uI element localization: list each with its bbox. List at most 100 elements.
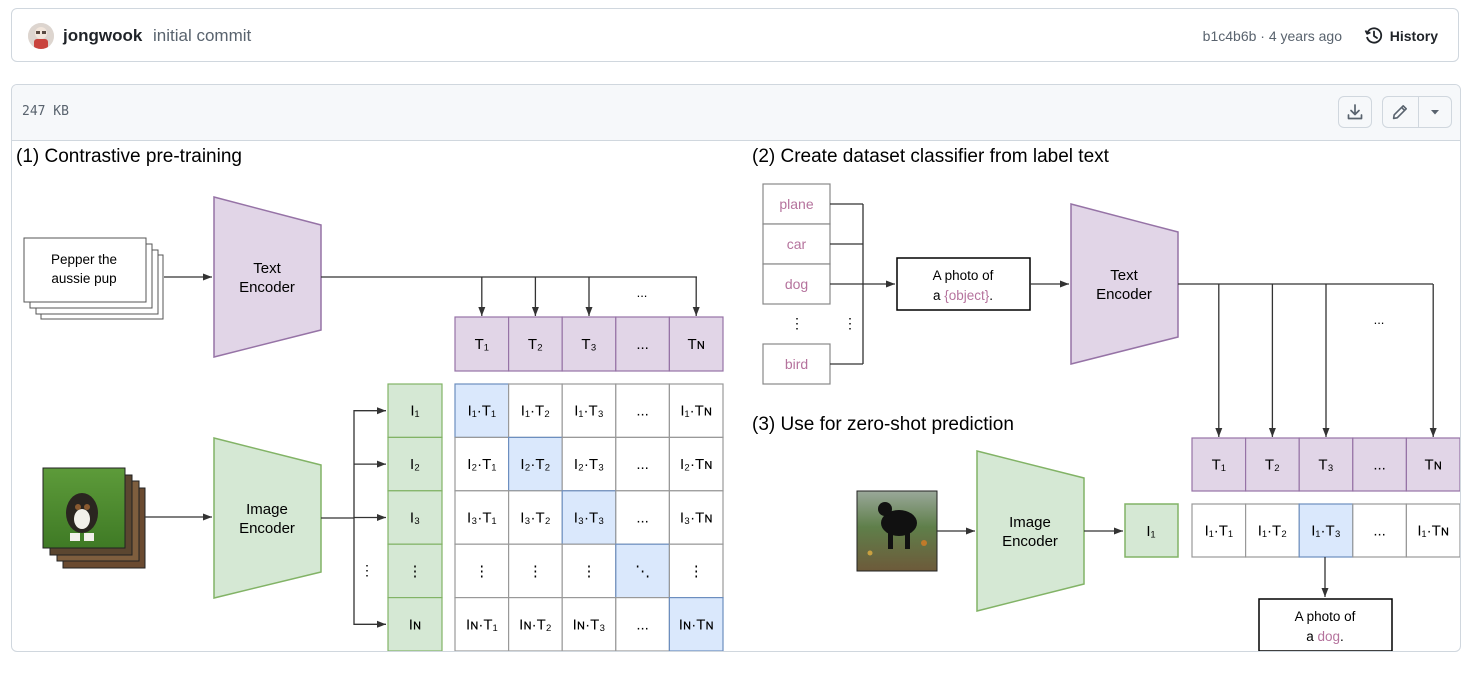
panel3-title: (3) Use for zero-shot prediction bbox=[752, 414, 1014, 435]
download-raw-button[interactable] bbox=[1338, 96, 1372, 128]
matrix-cell-4-3-label: ... bbox=[636, 616, 649, 633]
zs-cell-0: I₁·T₁ bbox=[1191, 503, 1247, 558]
t2-cell-3: ... bbox=[1352, 437, 1408, 492]
t-cell-2: T₃ bbox=[561, 316, 617, 372]
matrix-cell-2-3: ... bbox=[615, 490, 670, 545]
zs-cell-1-label: I₁·T₂ bbox=[1258, 523, 1287, 540]
t2-cell-0: T₁ bbox=[1191, 437, 1247, 492]
matrix-cell-2-2-label: I₃·T₃ bbox=[574, 510, 605, 527]
matrix-cell-4-0-label: Iɴ·T₁ bbox=[466, 616, 498, 633]
matrix-cell-4-1: Iɴ·T₂ bbox=[508, 597, 563, 651]
matrix-cell-1-3: ... bbox=[615, 436, 670, 492]
t2-cell-1-label: T₂ bbox=[1265, 457, 1280, 474]
image-encoder-label1: Image bbox=[246, 501, 288, 518]
image-encoder-block-2: Image Encoder bbox=[976, 450, 1085, 612]
matrix-cell-1-1: I₂·T₂ bbox=[508, 436, 563, 492]
user-avatar[interactable] bbox=[28, 23, 54, 49]
more-edit-options-button[interactable] bbox=[1419, 97, 1451, 127]
t-cell-4: Tɴ bbox=[668, 316, 724, 372]
latest-commit-bar: jongwook initial commit b1c4b6b · 4 year… bbox=[11, 8, 1459, 62]
matrix-cell-4-0: Iɴ·T₁ bbox=[454, 597, 510, 651]
matrix-cell-3-3: ⋱ bbox=[615, 543, 670, 599]
history-button[interactable]: History bbox=[1364, 25, 1438, 47]
label-vdots-left: ⋮ bbox=[790, 315, 804, 331]
zs-cell-2: I₁·T₃ bbox=[1298, 503, 1354, 558]
matrix-cell-4-4: Iɴ·Tɴ bbox=[668, 597, 724, 651]
t-cell-3: ... bbox=[615, 316, 670, 372]
matrix-cell-3-2-label: ⋮ bbox=[582, 563, 597, 580]
commit-message-link[interactable]: initial commit bbox=[153, 26, 251, 46]
label-item-car: car bbox=[762, 223, 863, 265]
commit-author-link[interactable]: jongwook bbox=[63, 26, 142, 46]
t2-arrow-ellipsis: ... bbox=[1374, 312, 1385, 327]
matrix-cell-3-1: ⋮ bbox=[508, 543, 563, 599]
matrix-cell-0-0: I₁·T₁ bbox=[454, 383, 510, 439]
t-cell-0-label: T₁ bbox=[475, 336, 489, 353]
matrix-cell-3-1-label: ⋮ bbox=[528, 563, 543, 580]
matrix-cell-0-2-label: I₁·T₃ bbox=[574, 403, 604, 420]
text-input-line1: Pepper the bbox=[51, 252, 117, 267]
matrix-cell-1-2-label: I₂·T₃ bbox=[574, 456, 604, 473]
matrix-cell-0-1: I₁·T₂ bbox=[508, 383, 563, 439]
t-cell-3-label: ... bbox=[636, 336, 649, 353]
zs-cell-4: I₁·Tɴ bbox=[1405, 503, 1460, 558]
i-cell-2-label: I₃ bbox=[410, 510, 420, 527]
history-label: History bbox=[1389, 28, 1438, 44]
zero-shot-similarity-row: I₁·T₁ I₁·T₂ I₁·T₃... I₁·Tɴ bbox=[1191, 503, 1460, 558]
matrix-cell-1-4: I₂·Tɴ bbox=[668, 436, 724, 492]
file-viewer: 247 KB (1) Contrastive pre-training (2) … bbox=[11, 84, 1461, 652]
matrix-cell-1-1-label: I₂·T₂ bbox=[520, 456, 550, 473]
matrix-cell-1-0: I₂·T₁ bbox=[454, 436, 510, 492]
i-cell-1: I₂ bbox=[387, 436, 443, 492]
matrix-cell-4-1-label: Iɴ·T₂ bbox=[519, 616, 552, 633]
matrix-cell-4-2-label: Iɴ·T₃ bbox=[573, 616, 606, 633]
edit-button-group bbox=[1382, 96, 1452, 128]
t-cell-1-label: T₂ bbox=[528, 336, 543, 353]
matrix-cell-3-4: ⋮ bbox=[668, 543, 724, 599]
text-input-stack: Pepper the aussie pup bbox=[23, 237, 164, 320]
t-cell-1: T₂ bbox=[508, 316, 563, 372]
template-line2: a {object}. bbox=[933, 288, 993, 303]
matrix-cell-1-4-label: I₂·Tɴ bbox=[680, 456, 712, 473]
text-encoder-label2: Encoder bbox=[239, 279, 295, 296]
t2-cell-2: T₃ bbox=[1298, 437, 1354, 492]
prediction-box: A photo of a dog. bbox=[1258, 598, 1393, 651]
matrix-cell-0-4: I₁·Tɴ bbox=[668, 383, 724, 439]
image-embedding-single: I₁ bbox=[1124, 503, 1179, 558]
template-line1: A photo of bbox=[933, 268, 994, 283]
matrix-cell-1-3-label: ... bbox=[636, 456, 649, 473]
matrix-cell-0-2: I₁·T₃ bbox=[561, 383, 617, 439]
commit-sha-age[interactable]: b1c4b6b · 4 years ago bbox=[1203, 28, 1342, 44]
text-input-line2: aussie pup bbox=[51, 271, 116, 286]
matrix-cell-3-3-label: ⋱ bbox=[635, 563, 650, 580]
matrix-cell-2-4: I₃·Tɴ bbox=[668, 490, 724, 545]
matrix-cell-0-0-label: I₁·T₁ bbox=[468, 403, 496, 420]
label-text: bird bbox=[785, 356, 808, 372]
matrix-cell-0-3: ... bbox=[615, 383, 670, 439]
matrix-cell-2-0-label: I₃·T₁ bbox=[467, 510, 497, 527]
i-arrow-vdots: ⋮ bbox=[360, 562, 374, 578]
matrix-cell-2-1-label: I₃·T₂ bbox=[520, 510, 550, 527]
t2-cell-2-label: T₃ bbox=[1318, 457, 1333, 474]
i-cell-2: I₃ bbox=[387, 490, 443, 545]
text-embeddings-row: T₁ T₂ T₃... Tɴ bbox=[454, 316, 724, 372]
i-cell-0-label: I₁ bbox=[410, 403, 419, 420]
edit-file-button[interactable] bbox=[1383, 97, 1419, 127]
t-cell-4-label: Tɴ bbox=[687, 336, 704, 353]
text-encoder-label1: Text bbox=[253, 260, 281, 277]
label-item-plane: plane bbox=[762, 183, 863, 225]
text-encoder2-label1: Text bbox=[1110, 267, 1138, 284]
i-cell-4: Iɴ bbox=[387, 597, 443, 651]
zs-cell-2-label: I₁·T₃ bbox=[1311, 523, 1341, 540]
matrix-cell-0-4-label: I₁·Tɴ bbox=[680, 403, 712, 420]
image-encoder-block: Image Encoder bbox=[213, 437, 322, 599]
matrix-cell-3-0: ⋮ bbox=[454, 543, 510, 599]
pencil-icon bbox=[1393, 105, 1408, 120]
clock-history-icon bbox=[1364, 27, 1382, 44]
label-vdots-right: ⋮ bbox=[843, 315, 857, 331]
text-encoder-block-2: Text Encoder bbox=[1070, 203, 1179, 365]
text-encoder2-label2: Encoder bbox=[1096, 286, 1152, 303]
label-text: car bbox=[787, 236, 807, 252]
t2-cell-3-label: ... bbox=[1373, 457, 1386, 474]
matrix-cell-2-2: I₃·T₃ bbox=[561, 490, 617, 545]
